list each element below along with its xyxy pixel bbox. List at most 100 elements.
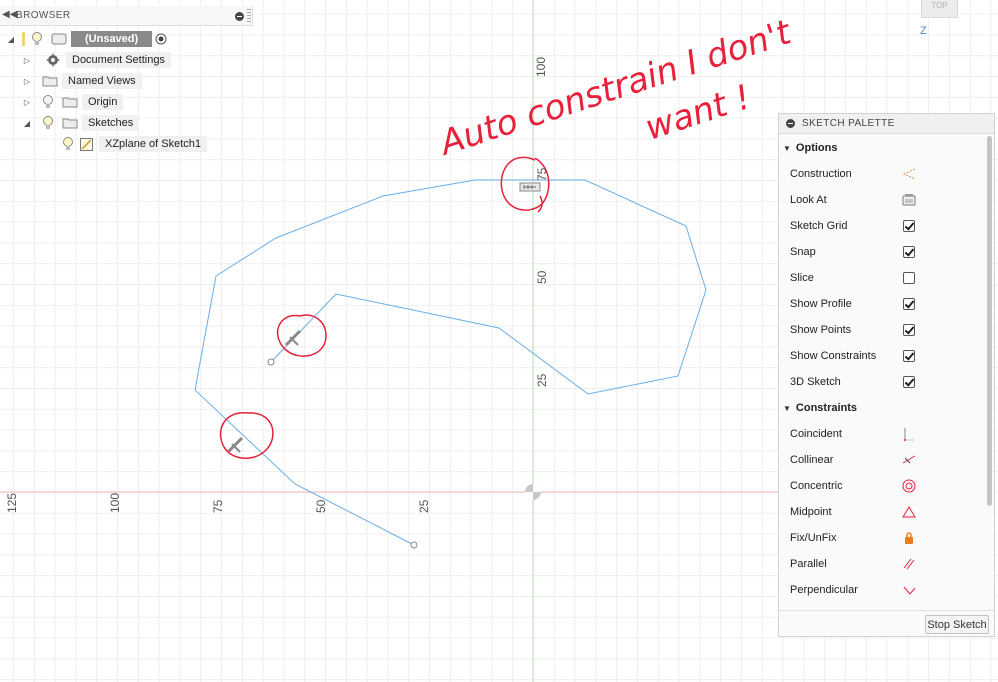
- 3d-sketch-checkbox[interactable]: [903, 376, 915, 388]
- construction-icon[interactable]: [902, 167, 916, 181]
- expand-arrow-icon[interactable]: ▷: [22, 77, 32, 86]
- tangent-constraint-icon: [284, 329, 302, 347]
- section-label: Constraints: [795, 402, 858, 414]
- axis-tick-label: 25: [417, 499, 431, 513]
- annotation-circle: [219, 412, 274, 459]
- fix-unfix-icon[interactable]: [902, 531, 916, 545]
- option-label: Snap: [790, 246, 816, 258]
- show-points-checkbox[interactable]: [903, 324, 915, 336]
- axis-tick-label: 100: [534, 56, 548, 77]
- sketch-palette: SKETCH PALETTE ▼ Options Construction Lo…: [778, 113, 995, 637]
- option-slice[interactable]: Slice: [790, 269, 915, 287]
- expand-arrow-icon[interactable]: ◢: [6, 35, 16, 44]
- option-label: Show Points: [790, 324, 852, 336]
- visibility-bulb-icon[interactable]: [42, 115, 54, 131]
- constraint-label: Coincident: [790, 428, 842, 440]
- option-show-constraints[interactable]: Show Constraints: [790, 347, 915, 365]
- option-label: Sketch Grid: [790, 220, 848, 232]
- axis-tick-label: 75: [211, 499, 225, 513]
- tree-item-label: Document Settings: [66, 52, 171, 68]
- slice-checkbox[interactable]: [903, 272, 915, 284]
- sketch-icon: [80, 137, 93, 151]
- constraint-concentric[interactable]: Concentric: [790, 477, 916, 495]
- constraint-parallel[interactable]: Parallel: [790, 555, 915, 573]
- look-at-icon[interactable]: [902, 193, 916, 207]
- close-icon[interactable]: [235, 12, 244, 21]
- palette-divider: [779, 610, 994, 611]
- tree-root[interactable]: ◢ (Unsaved): [6, 30, 167, 48]
- show-profile-checkbox[interactable]: [903, 298, 915, 310]
- snap-checkbox[interactable]: [903, 246, 915, 258]
- option-snap[interactable]: Snap: [790, 243, 915, 261]
- show-constraints-checkbox[interactable]: [903, 350, 915, 362]
- tree-item-named-views[interactable]: ▷ Named Views: [22, 72, 142, 90]
- option-show-profile[interactable]: Show Profile: [790, 295, 915, 313]
- stop-sketch-button[interactable]: Stop Sketch: [925, 615, 989, 634]
- option-show-points[interactable]: Show Points: [790, 321, 915, 339]
- tree-item-document-settings[interactable]: ▷ Document Settings: [22, 51, 171, 69]
- option-construction[interactable]: Construction: [790, 165, 916, 183]
- caret-down-icon: ▼: [783, 403, 791, 413]
- perpendicular-icon[interactable]: [902, 583, 916, 597]
- view-cube[interactable]: TOP: [921, 0, 958, 18]
- tree-item-sketch[interactable]: XZplane of Sketch1: [58, 135, 208, 153]
- parallel-icon[interactable]: [902, 557, 916, 571]
- visibility-bulb-icon[interactable]: [62, 136, 74, 152]
- palette-title: SKETCH PALETTE: [802, 118, 895, 129]
- option-3d-sketch[interactable]: 3D Sketch: [790, 373, 915, 391]
- palette-scrollbar[interactable]: [987, 136, 992, 506]
- expand-arrow-icon[interactable]: ▷: [22, 56, 32, 65]
- collinear-icon[interactable]: [902, 453, 916, 467]
- constraint-label: Midpoint: [790, 506, 832, 518]
- horizontal-constraint-icon: [519, 182, 541, 192]
- expand-arrow-icon[interactable]: ◢: [22, 119, 32, 128]
- constraint-fix-unfix[interactable]: Fix/UnFix: [790, 529, 913, 547]
- expand-arrow-icon[interactable]: ▷: [22, 98, 32, 107]
- options-section-header[interactable]: ▼ Options: [783, 139, 837, 157]
- z-axis-label: Z: [920, 25, 927, 37]
- tree-item-label: Named Views: [62, 73, 142, 89]
- section-label: Options: [795, 142, 838, 154]
- tree-item-label: Sketches: [82, 115, 140, 131]
- axis-tick-label: 75: [535, 167, 549, 181]
- color-swatch: [22, 32, 25, 46]
- constraint-collinear[interactable]: Collinear: [790, 451, 916, 469]
- visibility-bulb-icon[interactable]: [42, 94, 54, 110]
- constraint-midpoint[interactable]: Midpoint: [790, 503, 916, 521]
- option-sketch-grid[interactable]: Sketch Grid: [790, 217, 915, 235]
- annotation-circle: [537, 195, 543, 213]
- option-label: 3D Sketch: [790, 376, 841, 388]
- axis-tick-label: 100: [108, 492, 122, 513]
- axis-tick-label: 25: [535, 373, 549, 387]
- activate-radio-icon[interactable]: [155, 33, 167, 45]
- close-icon[interactable]: [786, 119, 795, 128]
- constraint-label: Concentric: [790, 480, 843, 492]
- root-component-label: (Unsaved): [71, 31, 153, 47]
- option-label: Show Constraints: [790, 350, 877, 362]
- component-icon: [51, 33, 67, 45]
- option-label: Slice: [790, 272, 814, 284]
- sketch-endpoint: [410, 541, 418, 549]
- option-look-at[interactable]: Look At: [790, 191, 916, 209]
- origin-icon: [525, 484, 541, 500]
- constraint-label: Perpendicular: [790, 584, 858, 596]
- sketch-grid-checkbox[interactable]: [903, 220, 915, 232]
- option-label: Construction: [790, 168, 852, 180]
- browser-header: ◀◀ BROWSER: [0, 6, 253, 26]
- tree-item-origin[interactable]: ▷ Origin: [22, 93, 124, 111]
- concentric-icon[interactable]: [902, 479, 916, 493]
- option-label: Look At: [790, 194, 827, 206]
- drag-handle-icon[interactable]: [247, 9, 251, 23]
- palette-header: SKETCH PALETTE: [779, 114, 994, 134]
- gear-icon: [46, 53, 60, 67]
- constraint-perpendicular[interactable]: Perpendicular: [790, 581, 916, 599]
- coincident-icon[interactable]: [902, 427, 916, 441]
- constraint-coincident[interactable]: Coincident: [790, 425, 915, 443]
- axis-tick-label: 50: [314, 499, 328, 513]
- tangent-constraint-icon: [226, 436, 244, 454]
- constraints-section-header[interactable]: ▼ Constraints: [783, 399, 857, 417]
- tree-item-sketches[interactable]: ◢ Sketches: [22, 114, 140, 132]
- axis-tick-label: 50: [535, 270, 549, 284]
- visibility-bulb-icon[interactable]: [31, 31, 43, 47]
- midpoint-icon[interactable]: [902, 505, 916, 519]
